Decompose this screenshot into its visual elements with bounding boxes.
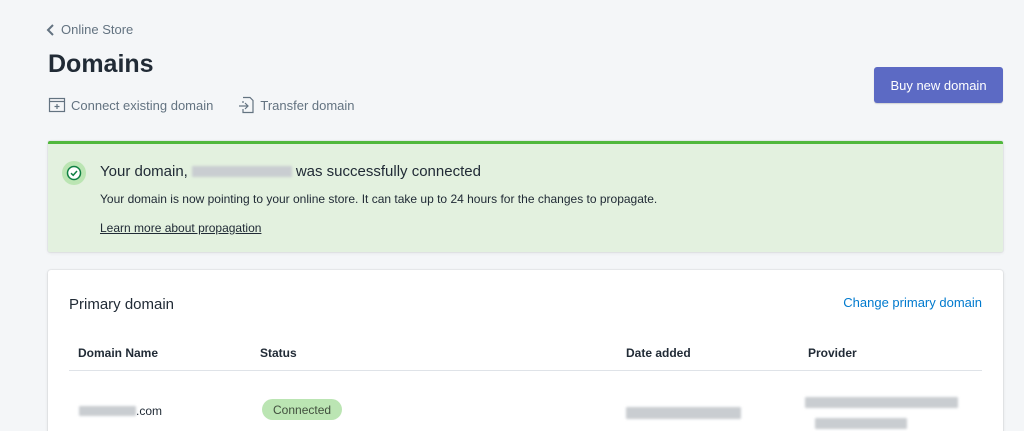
checkmark-circle-icon xyxy=(62,161,86,185)
column-header-date-added: Date added xyxy=(626,346,691,360)
banner-title-suffix: was successfully connected xyxy=(295,163,481,180)
domain-name-cell: .com xyxy=(79,404,162,418)
banner-body: Your domain is now pointing to your onli… xyxy=(100,192,658,206)
banner-title-prefix: Your domain, xyxy=(100,163,188,180)
redacted-domain-name xyxy=(79,406,136,416)
breadcrumb[interactable]: Online Store xyxy=(46,22,133,37)
change-primary-domain-link[interactable]: Change primary domain xyxy=(843,295,982,310)
page-title: Domains xyxy=(48,50,154,78)
buy-new-domain-button[interactable]: Buy new domain xyxy=(874,67,1003,103)
column-header-domain-name: Domain Name xyxy=(78,346,159,360)
redacted-provider xyxy=(805,397,958,408)
browser-window-icon xyxy=(48,97,66,113)
page-actions: Connect existing domain Transfer domain xyxy=(48,96,355,114)
transfer-domain-button[interactable]: Transfer domain xyxy=(237,96,355,114)
redacted-provider-line-2 xyxy=(815,418,907,429)
connect-existing-domain-button[interactable]: Connect existing domain xyxy=(48,96,213,114)
transfer-icon xyxy=(239,96,254,114)
chevron-left-icon xyxy=(46,23,54,36)
banner-title: Your domain, was successfully connected xyxy=(100,163,481,180)
column-header-status: Status xyxy=(260,346,297,360)
status-badge: Connected xyxy=(262,399,343,420)
success-banner: Your domain, was successfully connected … xyxy=(48,141,1003,252)
header-divider xyxy=(69,370,982,371)
domain-suffix: .com xyxy=(136,404,163,418)
card-title: Primary domain xyxy=(69,296,175,313)
breadcrumb-label: Online Store xyxy=(61,22,134,37)
learn-more-propagation-link[interactable]: Learn more about propagation xyxy=(100,221,261,235)
primary-domain-card: Primary domain Change primary domain Dom… xyxy=(48,270,1003,431)
column-header-provider: Provider xyxy=(808,346,857,360)
connect-existing-domain-label: Connect existing domain xyxy=(71,97,214,113)
transfer-domain-label: Transfer domain xyxy=(260,97,355,113)
redacted-date-added xyxy=(626,407,741,419)
redacted-domain xyxy=(191,166,292,177)
